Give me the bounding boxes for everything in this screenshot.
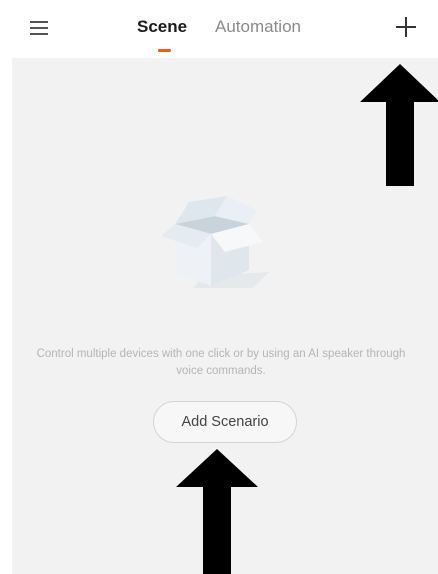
up-arrow-icon: [176, 449, 258, 574]
add-scenario-button[interactable]: Add Scenario: [153, 401, 297, 443]
up-arrow-icon: [360, 64, 438, 186]
active-tab-indicator: [158, 49, 171, 52]
hamburger-menu-icon[interactable]: [26, 16, 52, 40]
tab-automation[interactable]: Automation: [215, 16, 301, 38]
empty-state-message: Control multiple devices with one click …: [36, 348, 406, 377]
plus-icon[interactable]: [392, 13, 420, 41]
top-navigation-bar: Scene Automation: [0, 0, 438, 58]
tab-scene[interactable]: Scene: [137, 16, 187, 38]
open-box-illustration: [153, 188, 273, 296]
